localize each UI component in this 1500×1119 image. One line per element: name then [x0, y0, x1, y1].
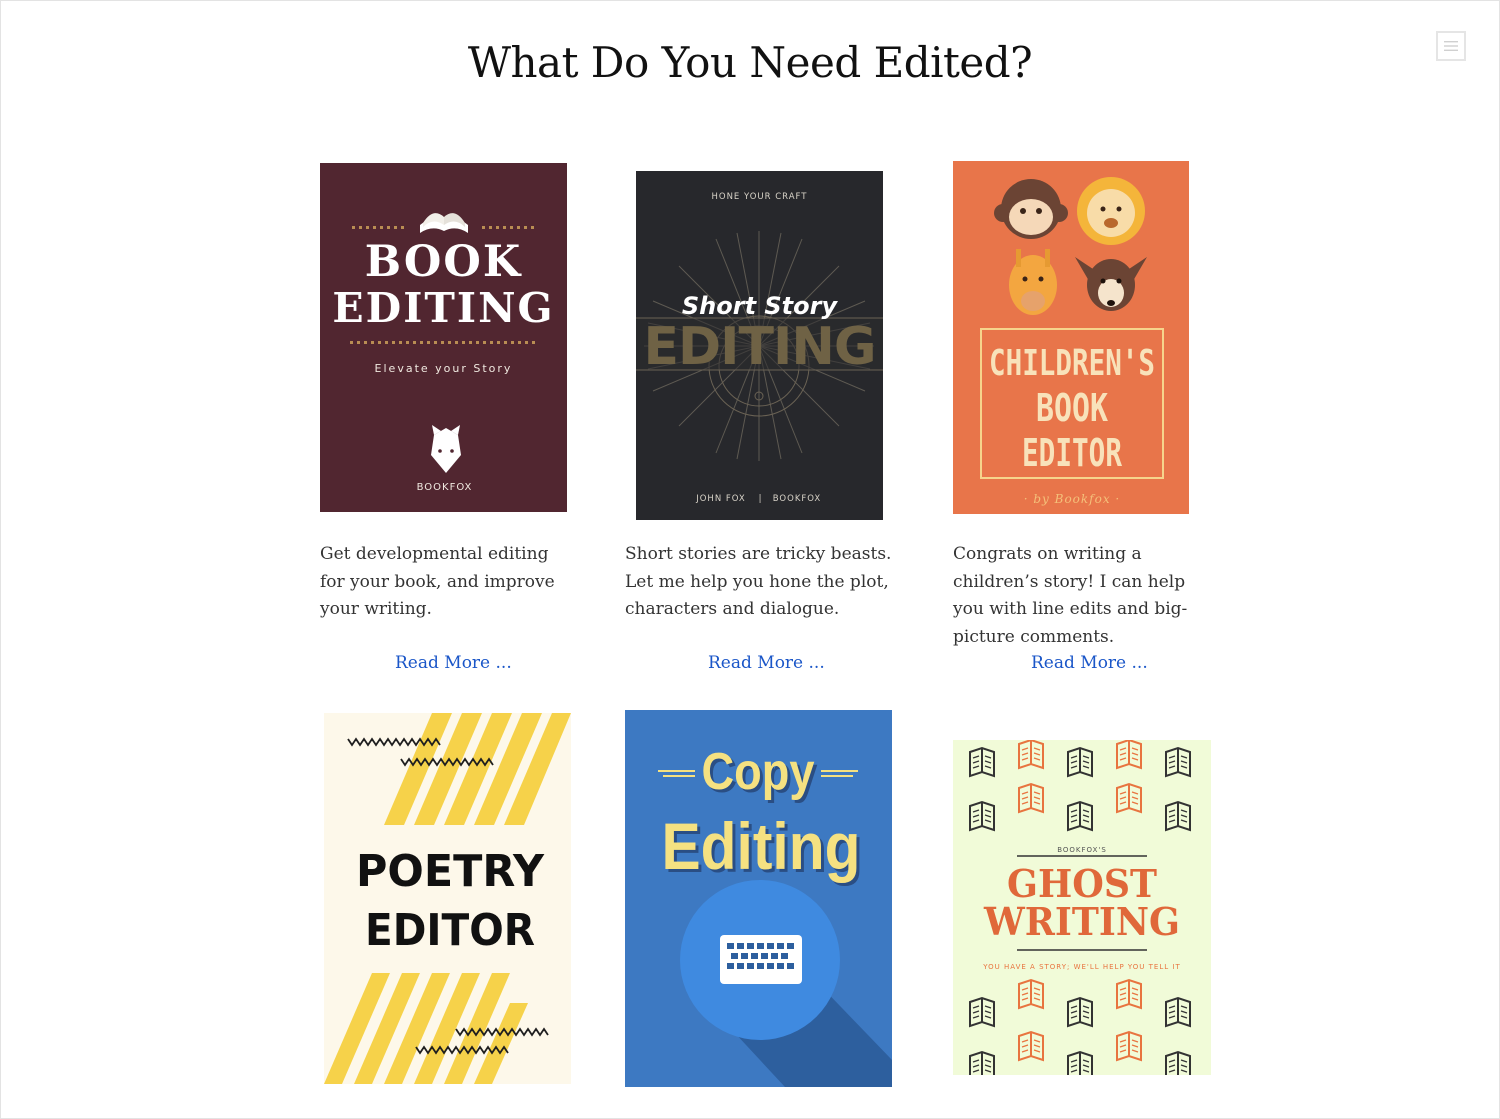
cover-line2: WRITING — [983, 899, 1180, 944]
keyboard-icon — [720, 935, 802, 984]
cover-publisher: BOOKFOX — [417, 482, 473, 493]
cover-kicker: BOOKFOX'S — [1057, 846, 1107, 854]
cover-byline: · by Bookfox · — [1024, 492, 1121, 506]
cover-line2: Editing — [662, 809, 861, 883]
book-editing-read-more-link[interactable]: Read More ... — [395, 653, 512, 673]
cover-subtitle: Elevate your Story — [375, 362, 513, 375]
cover-line2: BOOK — [1036, 386, 1108, 430]
cover-separator: | — [759, 494, 762, 504]
lion-face-icon — [1077, 177, 1145, 245]
childrens-book-read-more-link[interactable]: Read More ... — [1031, 653, 1148, 673]
cover-line2: EDITOR — [365, 905, 535, 956]
short-story-description: Short stories are tricky beasts. Let me … — [625, 544, 892, 619]
book-editing-cover[interactable]: BOOK EDITING Elevate your Story BOOKFOX — [320, 163, 567, 512]
cover-script-title: Short Story — [682, 292, 839, 320]
hamburger-menu-icon — [1444, 41, 1458, 51]
page-title: What Do You Need Edited? — [467, 38, 1033, 87]
cover-author: JOHN FOX — [695, 494, 746, 504]
short-story-cover[interactable]: HONE YOUR CRAFT EDITING Short Story JOHN… — [636, 171, 883, 520]
cover-line3: EDITOR — [1022, 431, 1122, 475]
book-editing-description: Get developmental editing for your book,… — [320, 544, 555, 619]
cover-line1: CHILDREN'S — [989, 343, 1155, 384]
cover-big-title: EDITING — [643, 317, 875, 377]
ghost-writing-cover[interactable]: BOOKFOX'S GHOST WRITING YOU HAVE A STORY… — [953, 740, 1211, 1075]
childrens-book-description: Congrats on writing a children’s story! … — [953, 544, 1188, 647]
menu-button[interactable] — [1436, 31, 1466, 61]
cover-title-line1: BOOK — [365, 237, 522, 287]
childrens-book-cover[interactable]: CHILDREN'S BOOK EDITOR · by Bookfox · — [953, 161, 1189, 514]
cover-publisher: BOOKFOX — [773, 494, 822, 504]
cover-top-text: HONE YOUR CRAFT — [711, 192, 807, 202]
cover-line1: Copy — [702, 743, 815, 801]
cover-tagline: YOU HAVE A STORY; WE'LL HELP YOU TELL IT — [982, 963, 1180, 971]
poetry-editor-cover[interactable]: POETRY EDITOR — [324, 713, 571, 1084]
cover-title-line2: EDITING — [332, 284, 554, 332]
short-story-read-more-link[interactable]: Read More ... — [708, 653, 825, 673]
copy-editing-cover[interactable]: Copy Copy Editing Editing — [625, 710, 892, 1087]
giraffe-face-icon — [1009, 249, 1057, 315]
cover-line1: POETRY — [356, 846, 545, 897]
